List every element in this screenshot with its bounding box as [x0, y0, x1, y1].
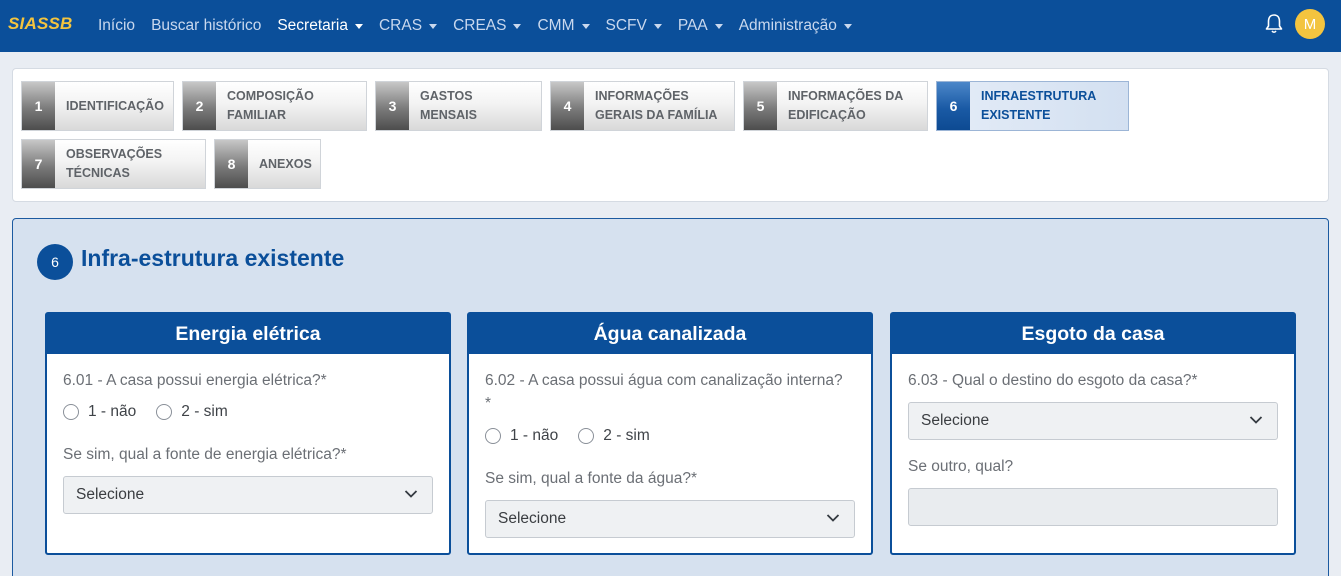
nav-menu: Início Buscar histórico Secretaria CRAS …	[98, 0, 868, 52]
step-number: 4	[551, 82, 584, 130]
nav-item-label: Administração	[738, 17, 837, 34]
panel-title: Esgoto da casa	[892, 314, 1294, 354]
step-informacoes-gerais[interactable]: 4 INFORMAÇÕES GERAIS DA FAMÍLIA	[550, 81, 735, 131]
radio-label: 1 - não	[510, 427, 559, 444]
radio-energia-nao[interactable]: 1 - não	[63, 403, 136, 421]
brand-logo[interactable]: SIASSB	[8, 14, 73, 34]
chevron-down-icon	[1249, 416, 1263, 424]
caret-down-icon	[513, 23, 522, 29]
radio-circle[interactable]	[156, 404, 173, 420]
nav-item-label: Secretaria	[277, 17, 348, 34]
panel-title: Água canalizada	[469, 314, 871, 354]
radio-group-agua: 1 - não 2 - sim	[485, 427, 670, 445]
question-6-03: 6.03 - Qual o destino do esgoto da casa?…	[908, 372, 1198, 389]
radio-circle[interactable]	[63, 404, 79, 420]
chevron-down-icon	[826, 514, 840, 522]
step-label: INFRAESTRUTURA EXISTENTE	[981, 89, 1096, 122]
radio-group-energia: 1 - não 2 - sim	[63, 403, 248, 421]
step-label: GASTOS MENSAIS	[420, 89, 477, 122]
panel-esgoto-casa: Esgoto da casa 6.03 - Qual o destino do …	[890, 312, 1296, 555]
step-number: 7	[22, 140, 55, 188]
caret-down-icon	[843, 23, 852, 29]
select-value: Selecione	[76, 486, 145, 503]
select-destino-esgoto[interactable]: Selecione	[908, 402, 1278, 440]
select-value: Selecione	[921, 412, 990, 429]
radio-label: 2 - sim	[603, 427, 650, 444]
step-number: 8	[215, 140, 248, 188]
nav-item-administracao[interactable]: Administração	[739, 17, 852, 35]
avatar[interactable]: M	[1295, 9, 1325, 39]
step-identificacao[interactable]: 1 IDENTIFICAÇÃO	[21, 81, 174, 131]
nav-item-scfv[interactable]: SCFV	[606, 17, 662, 35]
radio-circle[interactable]	[485, 428, 501, 444]
radio-energia-sim[interactable]: 2 - sim	[156, 403, 228, 421]
select-fonte-energia[interactable]: Selecione	[63, 476, 433, 514]
radio-circle[interactable]	[578, 428, 595, 444]
question-6-02: 6.02 - A casa possui água com canalizaçã…	[485, 372, 843, 389]
section-title: Infra-estrutura existente	[81, 245, 345, 271]
nav-item-label: PAA	[677, 17, 708, 34]
nav-item-inicio[interactable]: Início	[98, 17, 135, 35]
nav-item-label: CRAS	[378, 17, 423, 34]
top-navbar: SIASSB Início Buscar histórico Secretari…	[0, 0, 1341, 52]
nav-item-label: CREAS	[453, 17, 507, 34]
caret-down-icon	[354, 23, 363, 29]
section-infraestrutura: 6 Infra-estrutura existente Energia elét…	[12, 218, 1329, 576]
nav-item-paa[interactable]: PAA	[678, 17, 723, 35]
step-observacoes-tecnicas[interactable]: 7 OBSERVAÇÕES TÉCNICAS	[21, 139, 206, 189]
input-outro-esgoto[interactable]	[908, 488, 1278, 526]
nav-item-buscar-historico[interactable]: Buscar histórico	[151, 17, 261, 35]
question-6-01: 6.01 - A casa possui energia elétrica?*	[63, 372, 327, 389]
step-number: 3	[376, 82, 409, 130]
step-label: INFORMAÇÕES GERAIS DA FAMÍLIA	[595, 89, 718, 122]
caret-down-icon	[653, 23, 662, 29]
question-fonte-energia: Se sim, qual a fonte de energia elétrica…	[63, 446, 347, 463]
step-informacoes-edificacao[interactable]: 5 INFORMAÇÕES DA EDIFICAÇÃO	[743, 81, 928, 131]
step-number: 5	[744, 82, 777, 130]
radio-agua-sim[interactable]: 2 - sim	[578, 427, 650, 445]
panel-agua-canalizada: Água canalizada 6.02 - A casa possui águ…	[467, 312, 873, 555]
nav-item-cmm[interactable]: CMM	[537, 17, 590, 35]
nav-item-creas[interactable]: CREAS	[453, 17, 522, 35]
step-number: 2	[183, 82, 216, 130]
step-label: INFORMAÇÕES DA EDIFICAÇÃO	[788, 89, 903, 122]
select-fonte-agua[interactable]: Selecione	[485, 500, 855, 538]
section-number-badge: 6	[37, 244, 73, 280]
nav-item-label: CMM	[537, 17, 575, 34]
select-value: Selecione	[498, 510, 567, 527]
question-fonte-agua: Se sim, qual a fonte da água?*	[485, 470, 697, 487]
panel-energia-eletrica: Energia elétrica 6.01 - A casa possui en…	[45, 312, 451, 555]
step-composicao-familiar[interactable]: 2 COMPOSIÇÃO FAMILIAR	[182, 81, 367, 131]
nav-item-label: Buscar histórico	[151, 17, 262, 34]
required-marker: *	[485, 395, 492, 412]
step-label: OBSERVAÇÕES TÉCNICAS	[66, 147, 163, 180]
caret-down-icon	[581, 23, 590, 29]
radio-label: 2 - sim	[181, 403, 228, 420]
nav-item-label: Início	[98, 17, 136, 34]
nav-item-cras[interactable]: CRAS	[378, 17, 438, 35]
panel-title: Energia elétrica	[47, 314, 449, 354]
step-number: 1	[22, 82, 55, 130]
nav-item-secretaria[interactable]: Secretaria	[277, 17, 363, 35]
caret-down-icon	[714, 23, 723, 29]
step-label: IDENTIFICAÇÃO	[66, 98, 164, 113]
chevron-down-icon	[404, 490, 418, 498]
step-number: 6	[937, 82, 970, 130]
step-gastos-mensais[interactable]: 3 GASTOS MENSAIS	[375, 81, 542, 131]
radio-label: 1 - não	[88, 403, 137, 420]
step-label: COMPOSIÇÃO FAMILIAR	[227, 89, 314, 122]
step-anexos[interactable]: 8 ANEXOS	[214, 139, 321, 189]
caret-down-icon	[429, 23, 438, 29]
bell-icon[interactable]	[1264, 13, 1284, 35]
nav-item-label: SCFV	[605, 17, 647, 34]
step-infraestrutura-existente[interactable]: 6 INFRAESTRUTURA EXISTENTE	[936, 81, 1129, 131]
wizard-steps: 1 IDENTIFICAÇÃO 2 COMPOSIÇÃO FAMILIAR 3 …	[12, 68, 1329, 202]
radio-agua-nao[interactable]: 1 - não	[485, 427, 558, 445]
step-label: ANEXOS	[259, 156, 312, 171]
question-outro-esgoto: Se outro, qual?	[908, 458, 1014, 475]
